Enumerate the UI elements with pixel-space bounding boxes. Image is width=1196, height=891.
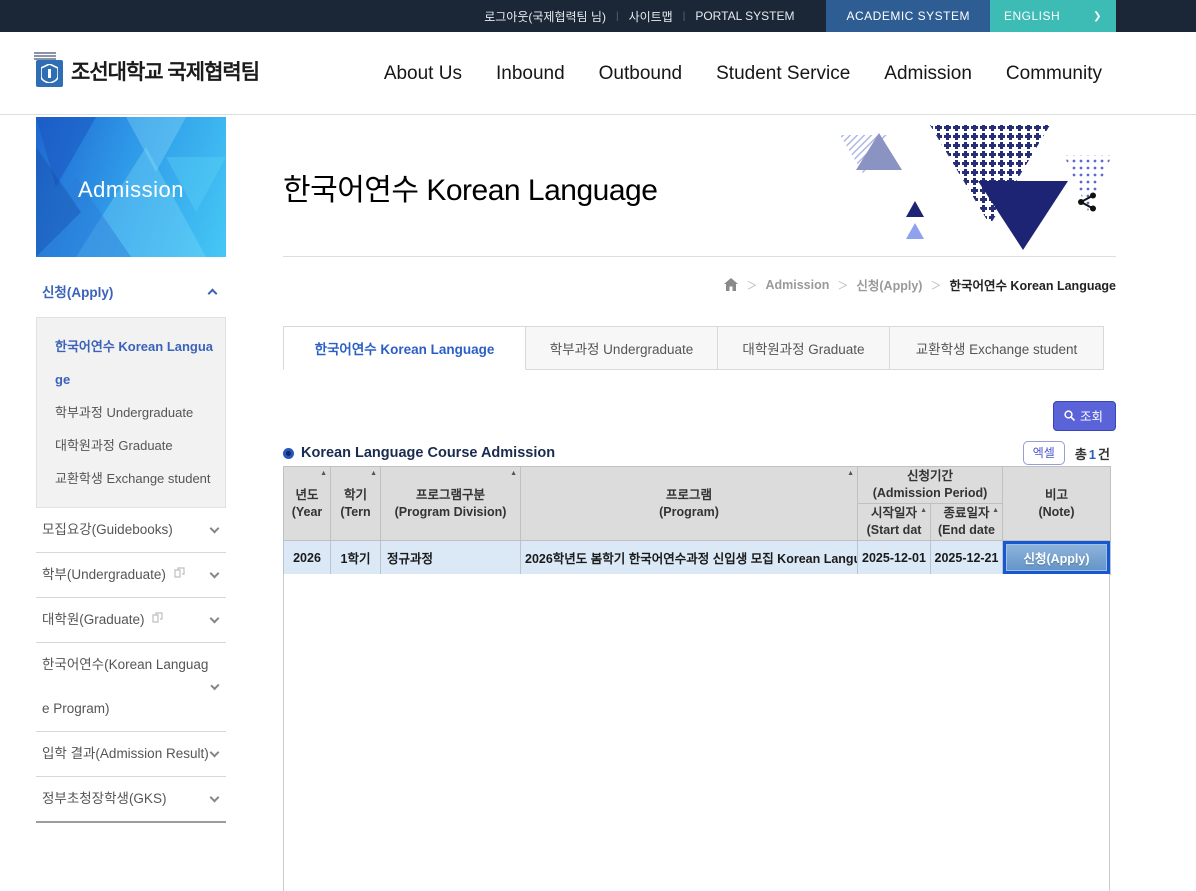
external-link-icon (152, 612, 163, 623)
external-link-icon (174, 567, 185, 578)
sidebar-menu: 모집요강(Guidebooks) 학부(Undergraduate) 대학원(G… (36, 508, 226, 823)
page: 로그아웃(국제협력팀 님) | 사이트맵 | PORTAL SYSTEM ACA… (0, 0, 1196, 891)
sidebar-item-undergraduate[interactable]: 학부(Undergraduate) (36, 553, 226, 598)
university-emblem-icon (36, 60, 63, 87)
sort-asc-icon: ▲ (847, 469, 854, 478)
chevron-down-icon (210, 793, 220, 803)
admission-table: 년도 (Year▲ 학기 (Tern▲ 프로그램구분 (Program Divi… (283, 466, 1111, 575)
total-count: 총1건 (1075, 444, 1110, 463)
table-empty-area (283, 574, 1110, 891)
breadcrumb-current: 한국어연수 Korean Language (949, 275, 1116, 294)
submenu-graduate[interactable]: 대학원과정 Graduate (55, 429, 215, 462)
page-head: 한국어연수 Korean Language (283, 115, 1116, 257)
english-language-button[interactable]: ENGLISH ❯ (990, 0, 1116, 32)
utility-bar: 로그아웃(국제협력팀 님) | 사이트맵 | PORTAL SYSTEM ACA… (0, 0, 1196, 32)
sidebar-item-korean-language-program[interactable]: 한국어연수(Korean Language Program) (36, 643, 226, 732)
chevron-right-icon: ❯ (1093, 11, 1102, 22)
nav-outbound[interactable]: Outbound (599, 63, 682, 85)
submenu-exchange-student[interactable]: 교환학생 Exchange student (55, 462, 215, 495)
academic-system-button[interactable]: ACADEMIC SYSTEM (826, 0, 990, 32)
col-program-division[interactable]: 프로그램구분 (Program Division)▲ (381, 467, 521, 541)
col-admission-period: 신청기간 (Admission Period) (858, 467, 1003, 504)
col-term[interactable]: 학기 (Tern▲ (331, 467, 381, 541)
cell-year: 2026 (284, 541, 331, 575)
table-row: 2026 1학기 정규과정 2026학년도 봄학기 한국어연수과정 신입생 모집… (284, 541, 1111, 575)
sidebar-item-admission-result[interactable]: 입학 결과(Admission Result) (36, 732, 226, 777)
tab-bar: 한국어연수 Korean Language 학부과정 Undergraduate… (283, 326, 1116, 370)
sitemap-link[interactable]: 사이트맵 (619, 8, 683, 25)
sort-asc-icon: ▲ (920, 506, 927, 515)
chevron-down-icon (210, 748, 220, 758)
count-value: 1 (1087, 447, 1098, 462)
english-label: ENGLISH (1004, 9, 1060, 23)
sidebar: Admission 신청(Apply) 한국어연수 Korean Languag… (36, 117, 226, 823)
chevron-down-icon (210, 614, 220, 624)
portal-system-link[interactable]: PORTAL SYSTEM (685, 9, 804, 23)
decorative-triangles (826, 123, 1116, 258)
list-tools: 엑셀 총1건 (1023, 441, 1110, 465)
search-row: 조회 (1053, 401, 1116, 431)
list-header: Korean Language Course Admission 엑셀 총1건 (283, 441, 1110, 465)
cell-division: 정규과정 (381, 541, 521, 575)
submenu-korean-language[interactable]: 한국어연수 Korean Language (55, 330, 215, 396)
nav-about-us[interactable]: About Us (384, 63, 462, 85)
tab-graduate[interactable]: 대학원과정 Graduate (718, 326, 890, 370)
sort-asc-icon: ▲ (992, 506, 999, 515)
sidebar-submenu: 한국어연수 Korean Language 학부과정 Undergraduate… (36, 317, 226, 508)
logout-link[interactable]: 로그아웃(국제협력팀 님) (474, 8, 616, 25)
sidebar-group-apply[interactable]: 신청(Apply) (36, 257, 226, 317)
sidebar-item-guidebooks[interactable]: 모집요강(Guidebooks) (36, 508, 226, 553)
page-title: 한국어연수 Korean Language (283, 165, 657, 209)
main-content: 한국어연수 Korean Language (283, 115, 1116, 891)
sort-asc-icon: ▲ (370, 469, 377, 478)
tab-korean-language[interactable]: 한국어연수 Korean Language (283, 326, 526, 370)
col-note: 비고 (Note) (1003, 467, 1111, 541)
bullet-icon (283, 448, 294, 459)
sidebar-group-label: 신청(Apply) (42, 281, 113, 301)
cell-end-date: 2025-12-21 (931, 541, 1003, 575)
chevron-up-icon (208, 288, 218, 298)
sidebar-banner: Admission (36, 117, 226, 257)
cell-term: 1학기 (331, 541, 381, 575)
section-title: Korean Language Course Admission (283, 445, 555, 461)
cell-program: 2026학년도 봄학기 한국어연수과정 신입생 모집 Korean Langua… (521, 541, 858, 575)
global-nav: About Us Inbound Outbound Student Servic… (384, 32, 1102, 115)
sidebar-item-graduate[interactable]: 대학원(Graduate) (36, 598, 226, 643)
excel-export-button[interactable]: 엑셀 (1023, 441, 1065, 465)
sort-asc-icon: ▲ (510, 469, 517, 478)
site-logo[interactable]: 조선대학교 국제협력팀 (36, 56, 259, 87)
nav-admission[interactable]: Admission (884, 63, 972, 85)
sidebar-item-gks[interactable]: 정부초청장학생(GKS) (36, 777, 226, 823)
chevron-down-icon (210, 524, 220, 534)
col-year[interactable]: 년도 (Year▲ (284, 467, 331, 541)
breadcrumb-apply[interactable]: 신청(Apply) (856, 275, 922, 294)
search-icon (1064, 410, 1075, 421)
col-program[interactable]: 프로그램 (Program)▲ (521, 467, 858, 541)
nav-community[interactable]: Community (1006, 63, 1102, 85)
submenu-undergraduate[interactable]: 학부과정 Undergraduate (55, 396, 215, 429)
col-end-date[interactable]: 종료일자 (End date▲ (931, 504, 1003, 541)
cell-start-date: 2025-12-01 (858, 541, 931, 575)
share-icon[interactable] (1076, 191, 1098, 213)
chevron-down-icon (211, 681, 220, 690)
sidebar-banner-title: Admission (36, 177, 226, 203)
search-button[interactable]: 조회 (1053, 401, 1116, 431)
nav-inbound[interactable]: Inbound (496, 63, 565, 85)
site-header: 조선대학교 국제협력팀 About Us Inbound Outbound St… (0, 32, 1196, 115)
home-icon[interactable] (724, 278, 738, 291)
nav-student-service[interactable]: Student Service (716, 63, 850, 85)
tab-undergraduate[interactable]: 학부과정 Undergraduate (526, 326, 718, 370)
cell-note: 신청(Apply) (1003, 541, 1111, 575)
breadcrumb-admission[interactable]: Admission (765, 278, 829, 292)
breadcrumb: ＞ Admission ＞ 신청(Apply) ＞ 한국어연수 Korean L… (724, 275, 1116, 294)
tab-exchange-student[interactable]: 교환학생 Exchange student (890, 326, 1104, 370)
apply-button[interactable]: 신청(Apply) (1003, 541, 1110, 574)
logo-text: 조선대학교 국제협력팀 (71, 56, 259, 87)
col-start-date[interactable]: 시작일자 (Start dat▲ (858, 504, 931, 541)
chevron-down-icon (210, 569, 220, 579)
sort-asc-icon: ▲ (320, 469, 327, 478)
logo-micro-lines (34, 52, 56, 61)
